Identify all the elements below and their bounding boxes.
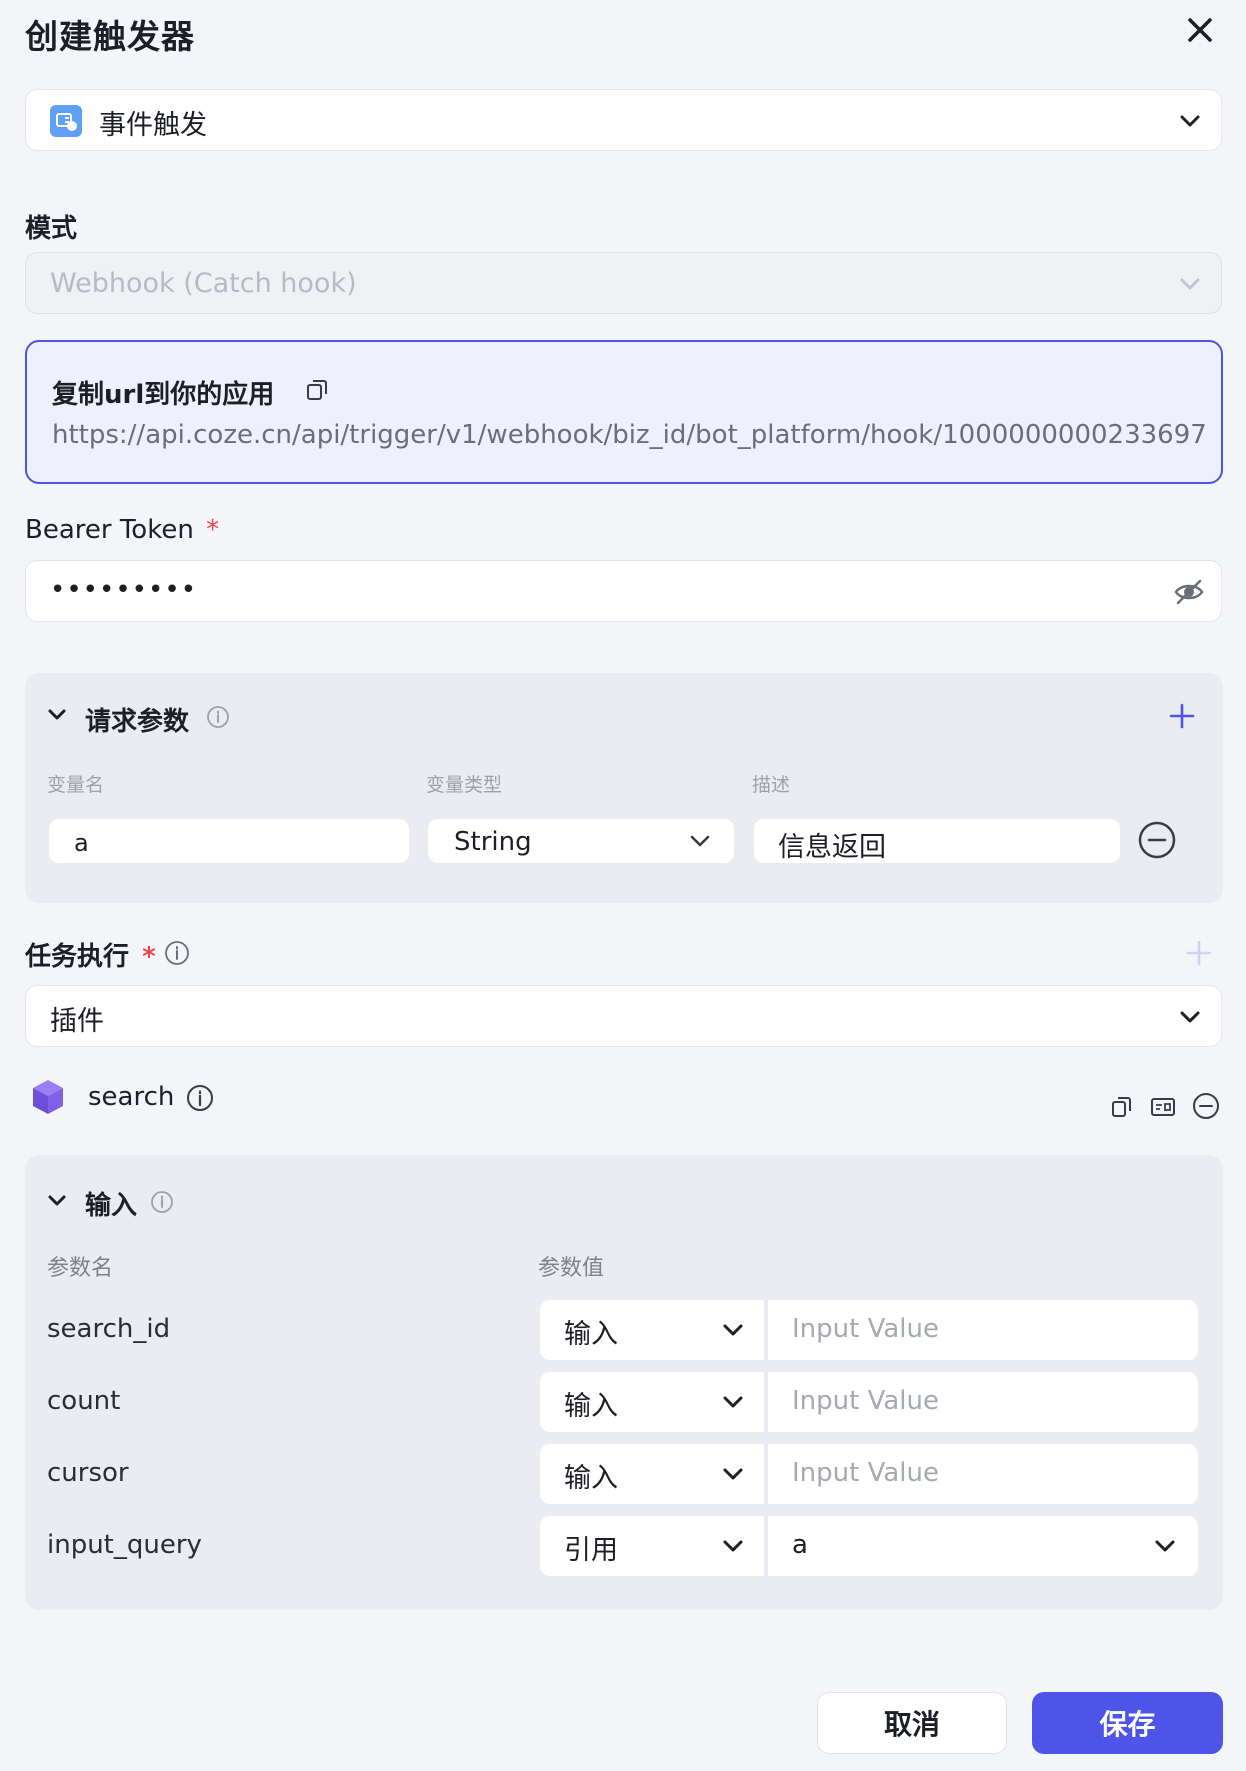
param-value-placeholder: Input Value xyxy=(792,1458,939,1488)
remove-plugin-icon[interactable] xyxy=(1191,1091,1221,1121)
table-row: count 输入 Input Value xyxy=(25,1372,1223,1434)
param-mode-value: 输入 xyxy=(564,1319,618,1350)
settings-card-icon[interactable] xyxy=(1149,1094,1177,1120)
bearer-token-label-text: Bearer Token xyxy=(25,515,194,545)
bearer-token-value: ••••••••• xyxy=(50,575,198,605)
info-icon[interactable] xyxy=(186,1084,214,1112)
bearer-token-input[interactable]: ••••••••• xyxy=(25,560,1222,622)
param-value-input[interactable]: Input Value xyxy=(768,1372,1198,1432)
bearer-token-label: Bearer Token * xyxy=(25,515,219,545)
param-ref-value: a xyxy=(792,1530,808,1560)
header-var-name: 变量名 xyxy=(47,774,105,796)
copy-url-label: 复制url到你的应用 xyxy=(52,380,275,410)
header-param-value: 参数值 xyxy=(538,1256,605,1281)
header-var-type: 变量类型 xyxy=(426,774,503,796)
task-value: 插件 xyxy=(50,1006,104,1037)
eye-off-icon[interactable] xyxy=(1173,576,1205,608)
param-name: cursor xyxy=(47,1458,129,1488)
param-name: search_id xyxy=(47,1314,171,1344)
chevron-down-icon xyxy=(1176,107,1204,135)
input-section: 输入 参数名 参数值 search_id 输入 Input Value coun… xyxy=(25,1155,1223,1610)
param-name-input[interactable]: a xyxy=(49,819,409,863)
param-desc-input[interactable]: 信息返回 xyxy=(754,819,1120,863)
copy-icon[interactable] xyxy=(1109,1094,1135,1120)
close-icon[interactable] xyxy=(1180,10,1220,50)
task-select[interactable]: 插件 xyxy=(25,985,1222,1047)
param-type-select[interactable]: String xyxy=(428,819,734,863)
header-param-name: 参数名 xyxy=(47,1256,114,1281)
request-params-title: 请求参数 xyxy=(85,707,190,737)
chevron-down-icon xyxy=(720,1533,746,1559)
webhook-url-box: 复制url到你的应用 https://api.coze.cn/api/trigg… xyxy=(25,340,1223,484)
param-value-placeholder: Input Value xyxy=(792,1386,939,1416)
header-desc: 描述 xyxy=(752,774,791,796)
chevron-down-icon xyxy=(1152,1533,1178,1559)
chevron-down-icon xyxy=(720,1317,746,1343)
webhook-url[interactable]: https://api.coze.cn/api/trigger/v1/webho… xyxy=(52,420,1207,450)
input-section-title: 输入 xyxy=(85,1191,138,1221)
param-type-value: String xyxy=(454,827,532,857)
plugin-cube-icon xyxy=(30,1078,66,1116)
param-mode-value: 输入 xyxy=(564,1463,618,1494)
param-mode-value: 引用 xyxy=(564,1535,618,1566)
event-trigger-icon xyxy=(50,105,82,137)
chevron-down-icon xyxy=(1176,1003,1204,1031)
param-name: input_query xyxy=(47,1530,202,1560)
param-name-value: a xyxy=(74,829,89,857)
request-params-section: 请求参数 变量名 变量类型 描述 a String 信息返回 xyxy=(25,673,1223,903)
param-value-placeholder: Input Value xyxy=(792,1314,939,1344)
info-icon[interactable] xyxy=(206,705,230,729)
mode-label: 模式 xyxy=(25,214,78,244)
copy-icon[interactable] xyxy=(304,377,330,403)
table-row: input_query 引用 a xyxy=(25,1516,1223,1578)
chevron-down-icon xyxy=(720,1461,746,1487)
chevron-down-icon xyxy=(720,1389,746,1415)
info-icon[interactable] xyxy=(150,1190,174,1214)
plugin-name: search xyxy=(88,1082,175,1112)
chevron-down-icon xyxy=(687,828,713,854)
save-button[interactable]: 保存 xyxy=(1032,1692,1223,1754)
info-icon[interactable] xyxy=(164,940,190,966)
param-mode-select[interactable]: 输入 xyxy=(540,1372,764,1432)
task-label-text: 任务执行 xyxy=(25,942,130,972)
table-row: cursor 输入 Input Value xyxy=(25,1444,1223,1506)
mode-select: Webhook (Catch hook) xyxy=(25,252,1222,314)
mode-value: Webhook (Catch hook) xyxy=(50,268,357,299)
param-desc-value: 信息返回 xyxy=(778,832,886,863)
chevron-down-icon[interactable] xyxy=(45,703,69,727)
required-mark: * xyxy=(206,515,220,545)
chevron-down-icon[interactable] xyxy=(45,1189,69,1213)
param-value-input[interactable]: Input Value xyxy=(768,1444,1198,1504)
dialog-title: 创建触发器 xyxy=(25,17,195,56)
add-task-icon[interactable] xyxy=(1184,938,1214,968)
param-value-input[interactable]: Input Value xyxy=(768,1300,1198,1360)
cancel-button[interactable]: 取消 xyxy=(817,1692,1007,1754)
chevron-down-icon xyxy=(1176,270,1204,298)
param-name: count xyxy=(47,1386,121,1416)
trigger-type-select[interactable]: 事件触发 xyxy=(25,89,1222,151)
table-row: search_id 输入 Input Value xyxy=(25,1300,1223,1362)
remove-param-icon[interactable] xyxy=(1137,820,1177,860)
param-mode-select[interactable]: 引用 xyxy=(540,1516,764,1576)
param-mode-select[interactable]: 输入 xyxy=(540,1300,764,1360)
trigger-type-value: 事件触发 xyxy=(99,110,207,141)
task-label: 任务执行 * xyxy=(25,936,156,973)
param-mode-value: 输入 xyxy=(564,1391,618,1422)
param-mode-select[interactable]: 输入 xyxy=(540,1444,764,1504)
param-ref-select[interactable]: a xyxy=(768,1516,1198,1576)
required-mark: * xyxy=(142,942,156,972)
add-param-icon[interactable] xyxy=(1167,701,1197,731)
